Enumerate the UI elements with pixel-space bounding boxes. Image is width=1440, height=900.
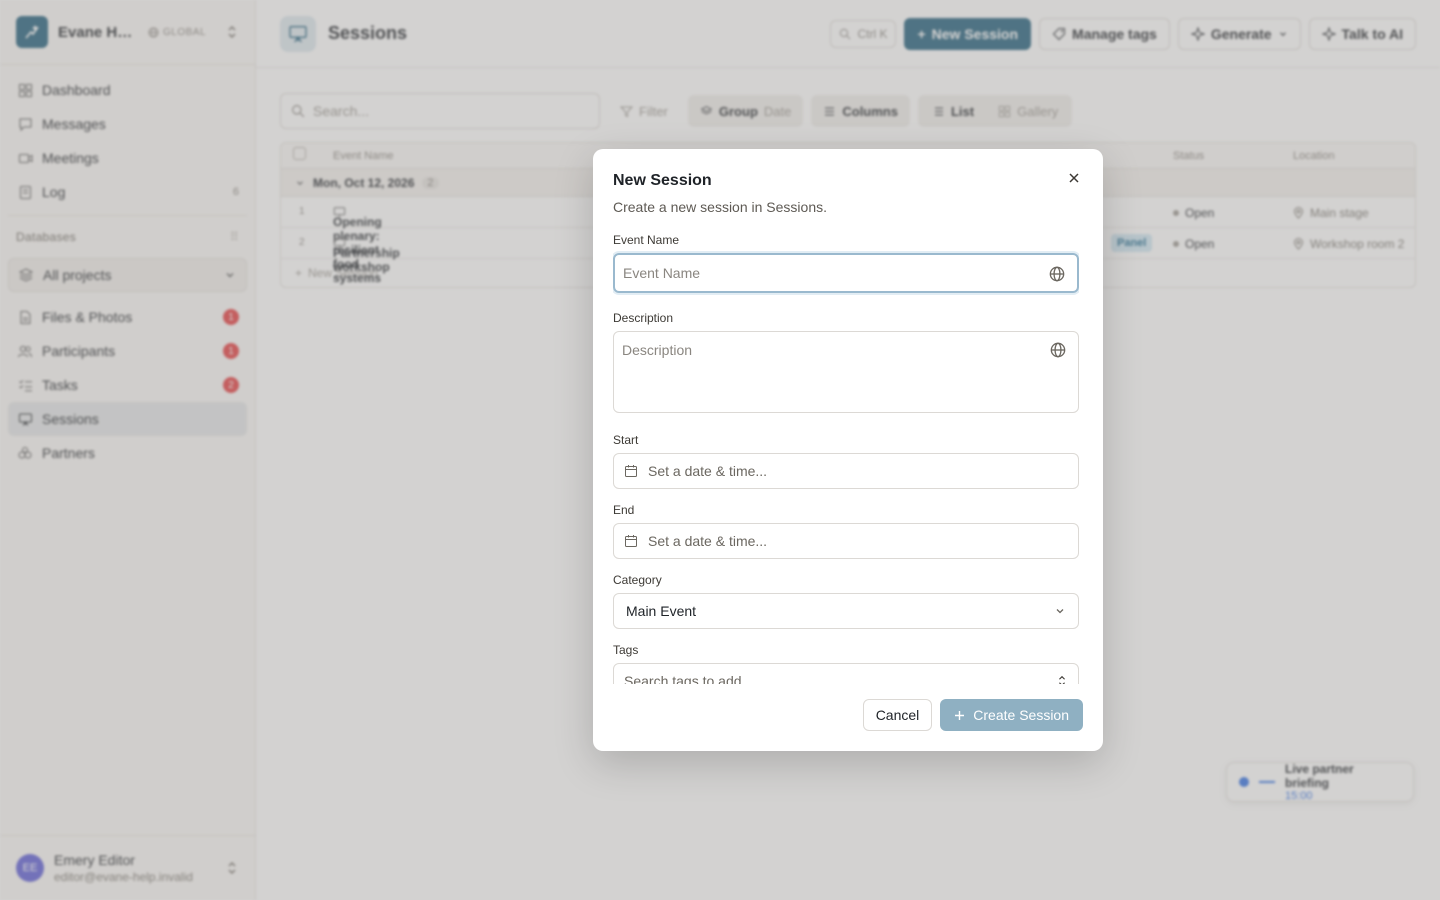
description-label: Description [613,311,674,325]
chevron-down-icon [1054,605,1066,617]
dialog-footer: Cancel Create Session [862,699,1083,731]
dialog-title: New Session [613,172,712,189]
description-input[interactable]: Description [613,331,1079,413]
event-name-input[interactable]: Event Name [613,253,1079,293]
category-select[interactable]: Main Event [613,593,1079,629]
start-datetime-picker[interactable]: Set a date & time... [613,453,1079,489]
cancel-button[interactable]: Cancel [862,699,933,731]
create-session-button[interactable]: Create Session [940,699,1083,731]
event-name-label: Event Name [613,233,680,247]
close-icon[interactable] [1065,169,1083,187]
chevron-updown-icon [1056,674,1068,684]
description-placeholder: Description [622,342,693,358]
tags-combobox[interactable]: Search tags to add... [613,663,1079,684]
dialog-form: Event Name Event Name Description Descri… [613,233,1079,684]
globe-icon[interactable] [1050,342,1066,358]
event-name-placeholder: Event Name [623,265,701,281]
calendar-icon [625,535,637,547]
tags-label: Tags [613,643,639,657]
globe-icon[interactable] [1049,266,1065,282]
category-label: Category [613,573,662,587]
plus-icon [955,710,965,720]
end-datetime-picker[interactable]: Set a date & time... [613,523,1079,559]
new-session-dialog: New Session Create a new session in Sess… [593,149,1103,751]
calendar-icon [625,465,637,477]
end-label: End [613,503,635,517]
start-label: Start [613,433,639,447]
dialog-subtitle: Create a new session in Sessions. [613,199,827,215]
